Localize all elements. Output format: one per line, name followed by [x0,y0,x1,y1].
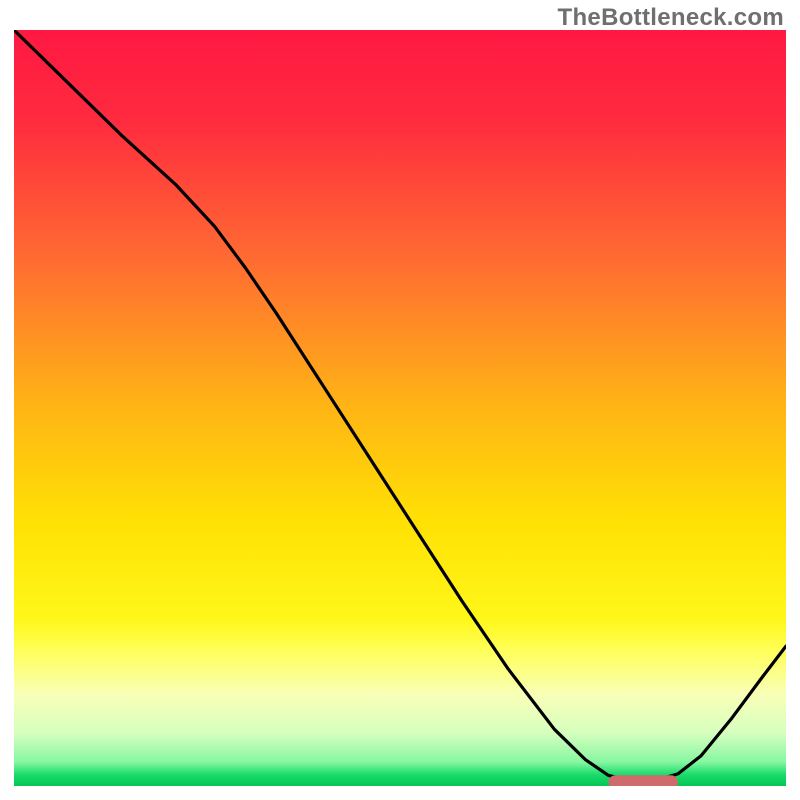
bottleneck-chart: TheBottleneck.com [0,0,800,800]
chart-plot-area [0,0,800,800]
attribution-text: TheBottleneck.com [558,4,784,32]
optimal-range-marker [608,775,677,789]
